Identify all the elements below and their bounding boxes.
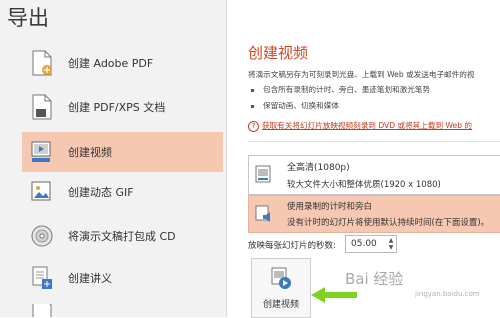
- spin-up-icon[interactable]: ▲: [389, 237, 394, 244]
- bullet-text: 保留动画、切换和媒体: [263, 101, 339, 110]
- create-video-button[interactable]: 创建视频: [251, 258, 311, 318]
- quality-dropdown[interactable]: 全高清(1080p) 较大文件大小和整体优质(1920 x 1080): [248, 155, 500, 195]
- section-description: 将演示文稿另存为可刻录到光盘、上载到 Web 或发送电子邮件的视: [248, 70, 475, 79]
- nav-item-more[interactable]: [22, 304, 222, 317]
- quality-subtitle: 较大文件大小和整体优质(1920 x 1080): [287, 180, 441, 190]
- spin-down-icon[interactable]: ▼: [389, 244, 394, 251]
- bullet-dot: [251, 104, 254, 108]
- create-video-icon: [270, 266, 292, 290]
- nav-item-package-cd[interactable]: 将演示文稿打包成 CD: [22, 216, 222, 256]
- handout-icon: [30, 265, 54, 291]
- help-link-text[interactable]: 获取有关将幻灯片放映视频刻录到 DVD 或将其上载到 Web 的: [262, 121, 472, 130]
- xps-doc-icon: [30, 94, 54, 120]
- page-title: 导出: [7, 6, 49, 30]
- create-video-button-label: 创建视频: [262, 300, 299, 310]
- recording-timings-dropdown[interactable]: 使用录制的计时和旁白 没有计时的幻灯片将使用默认持续时间(在下面设置)。: [248, 195, 500, 233]
- spinner-arrows[interactable]: ▲ ▼: [386, 236, 396, 252]
- help-icon: ?: [248, 120, 259, 132]
- nav-item-label: 创建讲义: [68, 272, 112, 285]
- recording-title: 使用录制的计时和旁白: [287, 202, 373, 212]
- nav-item-create-handout[interactable]: 创建讲义: [22, 258, 222, 298]
- bullet-text: 包含所有录制的计时、旁白、墨迹笔划和激光笔势: [263, 85, 431, 94]
- watermark-url: jingyan.baidu.com: [415, 290, 480, 298]
- seconds-per-slide-spinner[interactable]: 05.00 ▲ ▼: [345, 235, 397, 253]
- narration-speaker-icon: [255, 205, 275, 225]
- nav-item-label: 创建 PDF/XPS 文档: [68, 101, 166, 114]
- separator: [248, 141, 500, 142]
- cd-icon: [30, 223, 54, 249]
- pdf-doc-icon: [30, 50, 54, 76]
- nav-item-create-gif[interactable]: 创建动态 GIF: [22, 172, 222, 212]
- gif-icon: [30, 179, 54, 205]
- bullet-item: 保留动画、切换和媒体: [251, 100, 339, 111]
- nav-item-label: 创建视频: [68, 146, 112, 159]
- nav-item-create-adobe-pdf[interactable]: 创建 Adobe PDF: [22, 43, 222, 83]
- seconds-value[interactable]: 05.00: [346, 239, 386, 249]
- nav-item-create-pdf-xps[interactable]: 创建 PDF/XPS 文档: [22, 87, 222, 127]
- nav-item-create-video[interactable]: 创建视频: [22, 132, 223, 172]
- presentation-quality-icon: [255, 165, 273, 185]
- file-type-icon: [30, 304, 54, 317]
- quality-title: 全高清(1080p): [287, 163, 350, 173]
- section-title: 创建视频: [248, 44, 309, 62]
- help-link[interactable]: ? 获取有关将幻灯片放映视频刻录到 DVD 或将其上载到 Web 的: [248, 120, 472, 132]
- watermark-logo: Bai 经验: [345, 270, 404, 288]
- nav-item-label: 将演示文稿打包成 CD: [68, 230, 176, 243]
- nav-item-label: 创建 Adobe PDF: [68, 57, 154, 70]
- nav-item-label: 创建动态 GIF: [68, 186, 134, 199]
- recording-subtitle: 没有计时的幻灯片将使用默认持续时间(在下面设置)。: [287, 218, 490, 228]
- export-sidebar: 导出 创建 Adobe PDF 创建 PDF/XPS 文档 创建视频 创建动态 …: [0, 0, 226, 317]
- bullet-item: 包含所有录制的计时、旁白、墨迹笔划和激光笔势: [251, 84, 430, 95]
- video-icon: [30, 139, 54, 165]
- bullet-dot: [251, 88, 254, 92]
- seconds-per-slide-label: 放映每张幻灯片的秒数:: [248, 241, 336, 251]
